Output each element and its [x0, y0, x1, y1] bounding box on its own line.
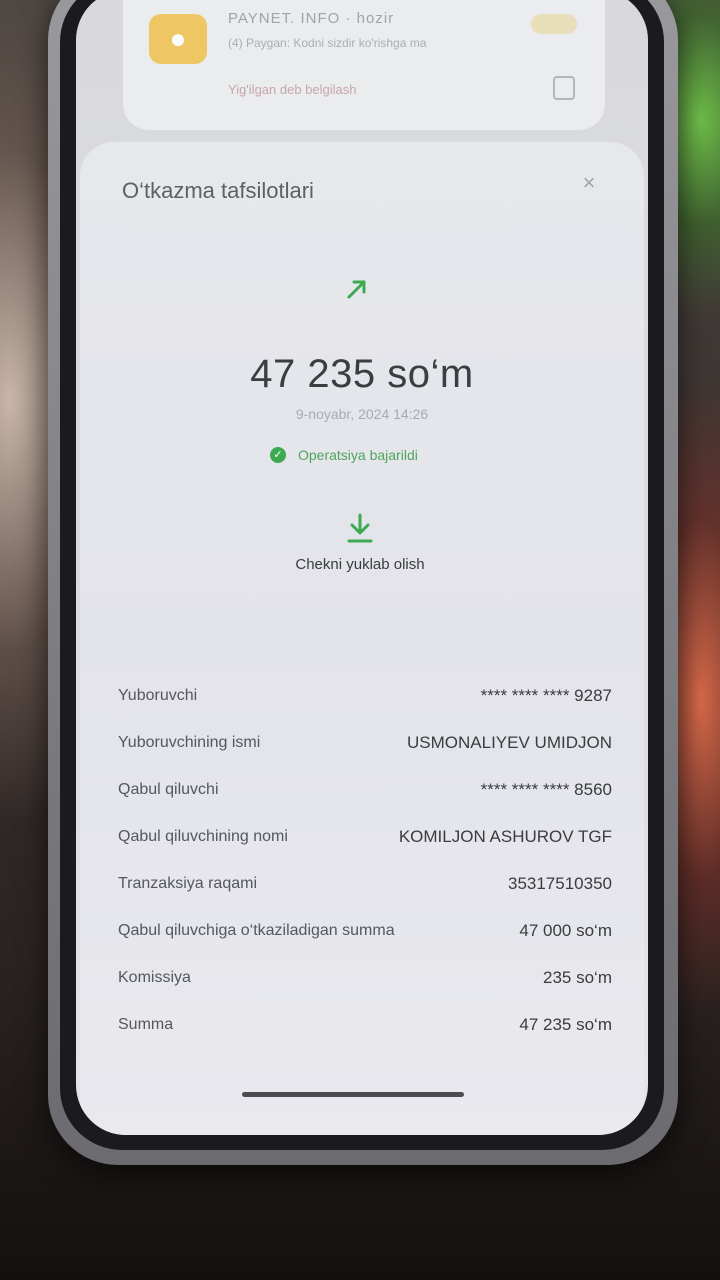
- transfer-amount: 47 235 so‘m: [250, 352, 474, 396]
- detail-value: 47 000 so‘m: [519, 920, 612, 940]
- outgoing-arrow-icon: [347, 280, 366, 299]
- detail-label: Qabul qiluvchining nomi: [118, 827, 288, 845]
- detail-value: 47 235 so‘m: [519, 1014, 612, 1034]
- detail-value: 235 so‘m: [543, 967, 612, 987]
- detail-row-transfer-amount: Qabul qiluvchiga o‘tkaziladigan summa 47…: [118, 907, 612, 954]
- detail-value: 35317510350: [507, 873, 612, 893]
- detail-value: **** **** **** 9287: [480, 685, 612, 705]
- check-circle-icon: ✓: [270, 447, 286, 463]
- download-receipt-button[interactable]: Chekni yuklab olish: [292, 512, 428, 612]
- status-badge: ✓ Operatsiya bajarildi: [270, 444, 418, 466]
- notification-badge: [531, 14, 577, 34]
- detail-row-recipient-name: Qabul qiluvchining nomi KOMILJON ASHUROV…: [118, 813, 612, 860]
- detail-label: Komissiya: [118, 968, 191, 986]
- detail-label: Summa: [118, 1015, 174, 1033]
- home-indicator[interactable]: [242, 1092, 464, 1097]
- transfer-date: 9-noyabr, 2024 14:26: [295, 406, 429, 422]
- detail-value: USMONALIYEV UMIDJON: [407, 732, 612, 752]
- detail-row-recipient: Qabul qiluvchi **** **** **** 8560: [118, 766, 612, 813]
- copy-icon[interactable]: [553, 76, 575, 100]
- details-list: Yuboruvchi **** **** **** 9287 Yuboruvch…: [118, 672, 612, 1048]
- sheet-title: O‘tkazma tafsilotlari: [122, 178, 314, 203]
- close-icon[interactable]: ×: [572, 166, 606, 200]
- detail-label: Qabul qiluvchiga o‘tkaziladigan summa: [118, 921, 395, 939]
- detail-row-sender: Yuboruvchi **** **** **** 9287: [118, 672, 612, 719]
- notification-card[interactable]: ● PAYNET. INFO · hozir (4) Paygan: Kodni…: [123, 0, 605, 130]
- notification-text: (4) Paygan: Kodni sizdir ko'rishga ma: [228, 36, 427, 50]
- app-icon: ●: [149, 14, 207, 64]
- detail-label: Tranzaksiya raqami: [118, 874, 258, 892]
- detail-row-commission: Komissiya 235 so‘m: [118, 954, 612, 1001]
- detail-value: **** **** **** 8560: [480, 779, 612, 799]
- mark-read-button[interactable]: Yig'ilgan deb belgilash: [228, 82, 356, 97]
- detail-row-total: Summa 47 235 so‘m: [118, 1001, 612, 1048]
- download-label: Chekni yuklab olish: [295, 556, 425, 573]
- detail-row-sender-name: Yuboruvchining ismi USMONALIYEV UMIDJON: [118, 719, 612, 766]
- detail-label: Yuboruvchining ismi: [118, 733, 261, 751]
- detail-label: Qabul qiluvchi: [118, 780, 219, 798]
- detail-label: Yuboruvchi: [118, 686, 198, 704]
- phone-screen: ● PAYNET. INFO · hozir (4) Paygan: Kodni…: [76, 0, 648, 1135]
- transfer-details-sheet: O‘tkazma tafsilotlari × 47 235 so‘m 9-no…: [80, 142, 644, 1135]
- status-text: Operatsiya bajarildi: [298, 447, 418, 463]
- notification-time: hozir: [356, 10, 395, 27]
- notification-title: PAYNET. INFO: [228, 10, 341, 27]
- download-icon: [347, 513, 373, 543]
- detail-value: KOMILJON ASHUROV TGF: [398, 826, 612, 846]
- detail-row-transaction-id: Tranzaksiya raqami 35317510350: [118, 860, 612, 907]
